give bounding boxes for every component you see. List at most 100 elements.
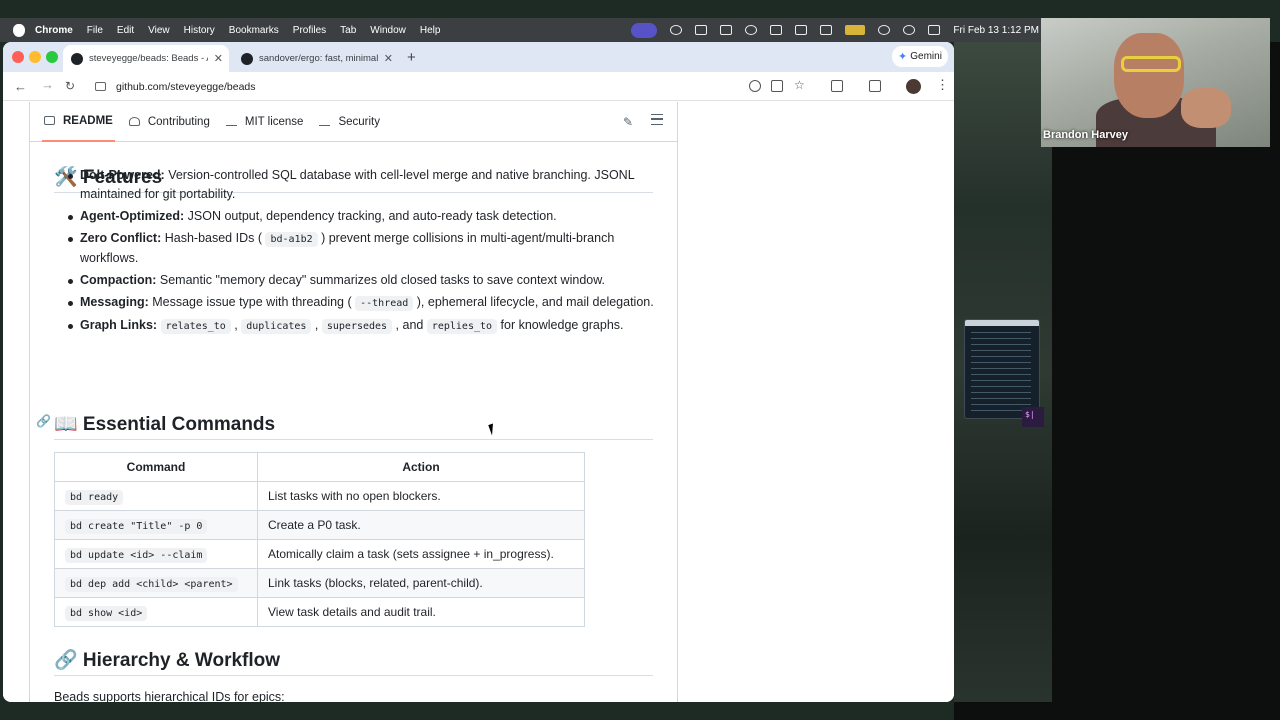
glasses — [1121, 56, 1181, 72]
close-tab-icon[interactable]: ✕ — [384, 52, 393, 65]
divider — [54, 439, 653, 440]
zoom-lens-icon[interactable] — [749, 80, 761, 92]
command-code: bd dep add <child> <parent> — [65, 577, 238, 592]
focus-icon[interactable] — [670, 25, 683, 35]
menu-history[interactable]: History — [184, 25, 215, 36]
dropbox-icon[interactable] — [695, 25, 708, 35]
law-scale-icon — [225, 117, 237, 126]
apple-icon[interactable] — [13, 23, 25, 37]
feature-text: ), ephemeral lifecycle, and mail delegat… — [413, 295, 654, 309]
tab-security[interactable]: Security — [317, 102, 382, 142]
command-code: bd ready — [65, 490, 124, 505]
feature-label: Graph Links: — [80, 318, 158, 332]
pencil-edit-icon[interactable]: ✎ — [623, 115, 633, 129]
address-bar[interactable]: github.com/steveyegge/beads — [89, 75, 819, 98]
tab-beads[interactable]: steveyegge/beads: Beads - A ✕ — [63, 45, 229, 72]
tab-license[interactable]: MIT license — [224, 102, 306, 142]
table-row: bd show <id> View task details and audit… — [54, 597, 585, 627]
bookmark-star-icon[interactable]: ☆ — [794, 78, 805, 92]
chrome-window: steveyegge/beads: Beads - A ✕ sandover/e… — [3, 42, 954, 702]
terminal-prompt[interactable]: $| — [1022, 407, 1044, 427]
list-item: Agent-Optimized: JSON output, dependency… — [68, 207, 660, 226]
people-icon — [128, 117, 140, 126]
battery-icon[interactable] — [845, 25, 866, 35]
forward-arrow-icon[interactable]: → — [41, 77, 54, 92]
action-cell: Atomically claim a task (sets assignee +… — [257, 539, 585, 569]
github-icon — [241, 52, 253, 65]
github-icon — [71, 52, 83, 65]
gemini-label: Gemini — [910, 51, 942, 62]
inline-code: duplicates — [241, 319, 312, 334]
webcam-name-label: Brandon Harvey — [1043, 129, 1128, 141]
zoom-window-button[interactable] — [46, 51, 58, 63]
volume-icon[interactable] — [720, 25, 733, 35]
spotlight-search-icon[interactable] — [903, 25, 916, 35]
link-anchor-icon[interactable]: 🔗 — [36, 414, 51, 428]
command-code: bd show <id> — [65, 606, 148, 621]
tab-strip: steveyegge/beads: Beads - A ✕ sandover/e… — [3, 42, 954, 72]
features-list: Dolt-Powered: Version-controlled SQL dat… — [68, 166, 660, 339]
menu-edit[interactable]: Edit — [117, 25, 134, 36]
wifi-icon[interactable] — [878, 25, 891, 35]
inline-code: bd-a1b2 — [265, 232, 318, 247]
side-panel-icon[interactable] — [869, 80, 881, 92]
menu-bookmarks[interactable]: Bookmarks — [229, 25, 279, 36]
list-item: Dolt-Powered: Version-controlled SQL dat… — [68, 166, 660, 204]
table-row: bd update <id> --claim Atomically claim … — [54, 539, 585, 569]
bluetooth-icon[interactable] — [795, 25, 808, 35]
tab-contributing[interactable]: Contributing — [127, 102, 212, 142]
extensions-icon[interactable] — [831, 80, 843, 92]
separator: , — [311, 318, 322, 332]
new-tab-button[interactable]: + — [407, 49, 416, 66]
feature-label: Messaging: — [80, 295, 149, 309]
more-menu-icon[interactable]: ⋮ — [936, 77, 949, 93]
feature-text: for knowledge graphs. — [497, 318, 624, 332]
screen-record-icon[interactable] — [631, 22, 658, 38]
menu-window[interactable]: Window — [370, 25, 406, 36]
card-icon[interactable] — [820, 25, 833, 35]
screen: Chrome File Edit View History Bookmarks … — [0, 0, 1280, 720]
tab-title: sandover/ergo: fast, minimal — [259, 53, 378, 64]
menu-file[interactable]: File — [87, 25, 103, 36]
hierarchy-heading: 🔗 Hierarchy & Workflow — [54, 650, 281, 671]
close-tab-icon[interactable]: ✕ — [214, 52, 223, 65]
display-icon[interactable] — [770, 25, 783, 35]
reload-icon[interactable]: ↻ — [65, 79, 75, 93]
table-row: bd dep add <child> <parent> Link tasks (… — [54, 568, 585, 598]
back-arrow-icon[interactable]: ← — [14, 79, 27, 94]
feature-text: JSON output, dependency tracking, and au… — [184, 209, 557, 223]
hierarchy-paragraph: Beads supports hierarchical IDs for epic… — [54, 690, 285, 702]
law-scale-icon — [319, 117, 331, 126]
airdrop-icon[interactable] — [745, 25, 758, 35]
list-item: Graph Links: relates_to , duplicates , s… — [68, 316, 660, 336]
feature-label: Agent-Optimized: — [80, 209, 185, 223]
tab-label: MIT license — [244, 115, 304, 128]
install-app-icon[interactable] — [771, 80, 783, 92]
tab-readme[interactable]: README — [42, 102, 115, 142]
url-text[interactable]: github.com/steveyegge/beads — [116, 81, 256, 93]
profile-avatar[interactable] — [906, 79, 921, 94]
site-info-icon[interactable] — [95, 82, 106, 91]
inline-code: replies_to — [426, 319, 498, 334]
menu-help[interactable]: Help — [420, 25, 441, 36]
tab-ergo[interactable]: sandover/ergo: fast, minimal ✕ — [233, 45, 399, 72]
menu-profiles[interactable]: Profiles — [293, 25, 326, 36]
gemini-button[interactable]: ✦ Gemini — [892, 46, 948, 67]
menu-view[interactable]: View — [148, 25, 170, 36]
page-content: README Contributing MIT license Security — [3, 102, 954, 702]
minimize-window-button[interactable] — [29, 51, 41, 63]
separator: , — [230, 318, 242, 332]
control-center-icon[interactable] — [928, 25, 941, 35]
outline-list-icon[interactable] — [651, 114, 663, 125]
command-code: bd create "Title" -p 0 — [65, 519, 208, 534]
terminal-window-thumbnail[interactable] — [964, 319, 1040, 419]
menubar-clock[interactable]: Fri Feb 13 1:12 PM — [953, 25, 1039, 36]
column-header-command: Command — [54, 452, 258, 482]
table-row: bd create "Title" -p 0 Create a P0 task. — [54, 510, 585, 540]
table-row: bd ready List tasks with no open blocker… — [54, 481, 585, 511]
feature-text: Message issue type with threading ( — [148, 295, 356, 309]
menu-app-name[interactable]: Chrome — [35, 25, 73, 36]
commands-table: Command Action bd ready List tasks with … — [54, 452, 585, 627]
menu-tab[interactable]: Tab — [340, 25, 356, 36]
close-window-button[interactable] — [12, 51, 24, 63]
